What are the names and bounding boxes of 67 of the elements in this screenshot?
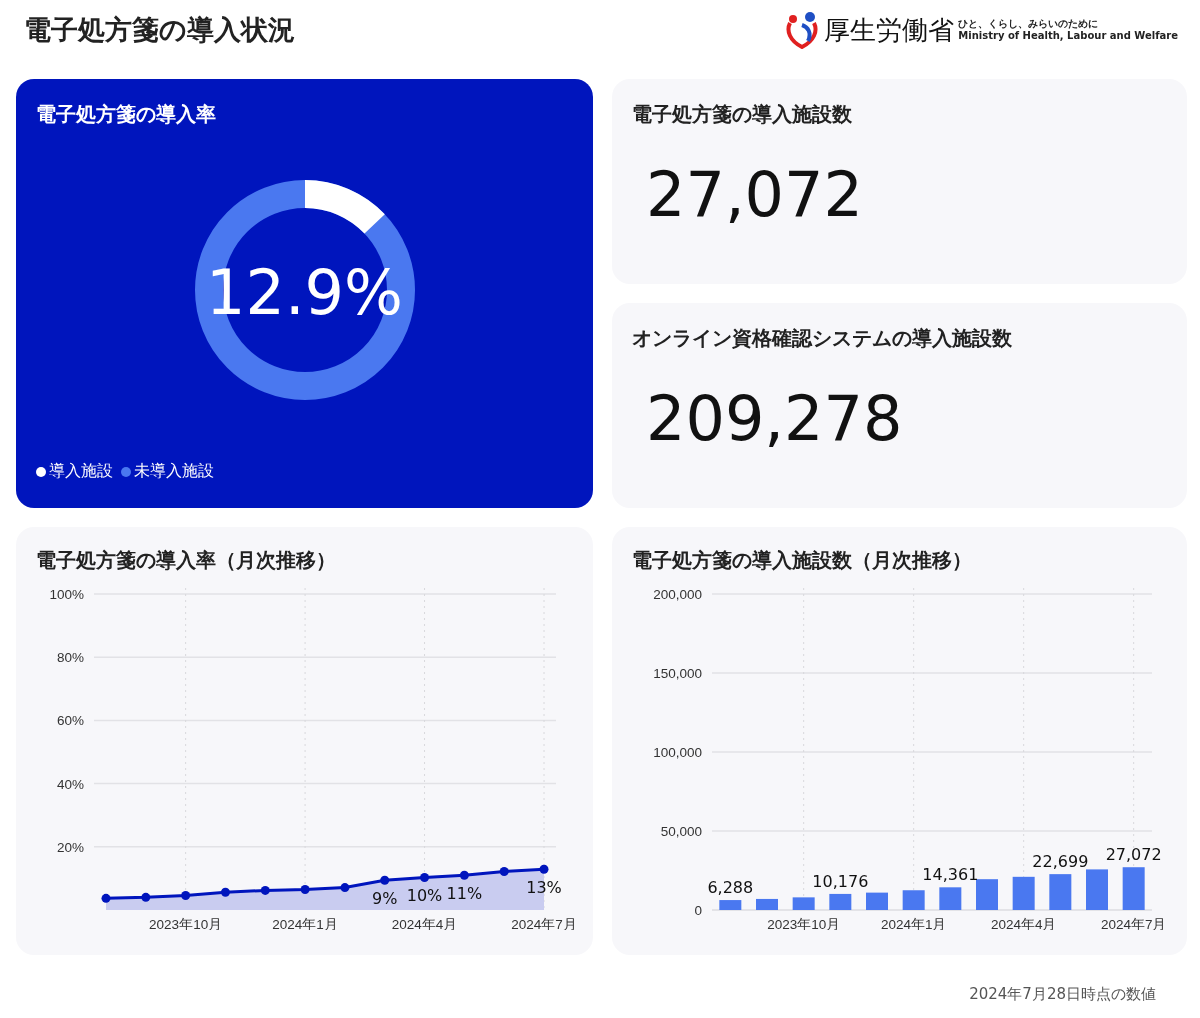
value-label: 11% [446,884,483,904]
x-tick-label: 2024年1月 [880,917,947,930]
bar [792,897,815,910]
bar [1086,869,1108,910]
y-tick-label: 20% [56,839,84,855]
data-point [101,893,111,903]
y-tick-label: 100,000 [653,745,702,760]
data-point [181,890,191,900]
stat-value: 209,278 [646,382,904,455]
logo-tagline: ひと、くらし、みらいのために [958,18,1100,30]
y-tick-label: 60% [56,713,84,729]
card-title: 電子処方箋の導入施設数 [632,101,853,128]
value-label: 13% [526,878,562,898]
bar [1122,867,1145,910]
y-tick-label: 80% [56,650,84,666]
value-label: 22,699 [1032,852,1089,872]
x-tick-label: 2024年1月 [272,917,338,930]
data-point [260,885,270,895]
x-tick-label: 2024年7月 [1100,917,1167,930]
bar [829,893,852,910]
y-tick-label: 200,000 [653,587,702,602]
data-point [300,884,310,894]
card-title: 電子処方箋の導入施設数（月次推移） [632,547,973,574]
card-title: オンライン資格確認システムの導入施設数 [632,325,1013,352]
logo-english: Ministry of Health, Labour and Welfare [958,30,1178,42]
bar [976,879,998,910]
card-title: 電子処方箋の導入率 [36,101,217,128]
value-label: 9% [372,889,398,909]
x-tick-label: 2024年4月 [391,917,458,930]
page-title: 電子処方箋の導入状況 [24,13,295,47]
bar [756,898,778,910]
bar [939,887,962,910]
legend-label: 未導入施設 [134,461,214,482]
bar [902,890,925,910]
bar [1049,874,1072,910]
bar [866,892,888,910]
data-point [420,872,430,882]
bar [1012,876,1035,910]
bar [719,900,742,910]
x-tick-label: 2024年7月 [511,917,577,930]
stat-value: 27,072 [646,158,864,231]
y-tick-label: 0 [694,903,702,918]
y-tick-label: 100% [49,587,84,602]
y-tick-label: 40% [56,776,84,792]
legend-label: 導入施設 [49,461,113,482]
y-tick-label: 50,000 [660,824,702,839]
rate-value: 12.9% [205,256,404,329]
value-label: 14,361 [922,865,979,885]
x-tick-label: 2023年10月 [149,917,223,930]
timestamp-note: 2024年7月28日時点の数値 [968,984,1157,1004]
value-label: 10% [406,886,443,906]
card-title: 電子処方箋の導入率（月次推移） [36,547,337,574]
y-tick-label: 150,000 [653,666,702,681]
x-tick-label: 2023年10月 [767,917,841,930]
data-point [459,870,469,880]
x-tick-label: 2024年4月 [990,917,1057,930]
figure-logo-icon [784,11,821,49]
value-label: 10,176 [812,871,869,891]
data-point [499,866,509,876]
data-point [141,892,151,902]
data-point [340,883,350,893]
value-label: 27,072 [1105,845,1162,865]
value-label: 6,288 [707,878,754,898]
logo-text: 厚生労働省 [824,13,955,47]
data-point [539,864,549,874]
data-point [380,875,390,885]
data-point [220,887,230,897]
